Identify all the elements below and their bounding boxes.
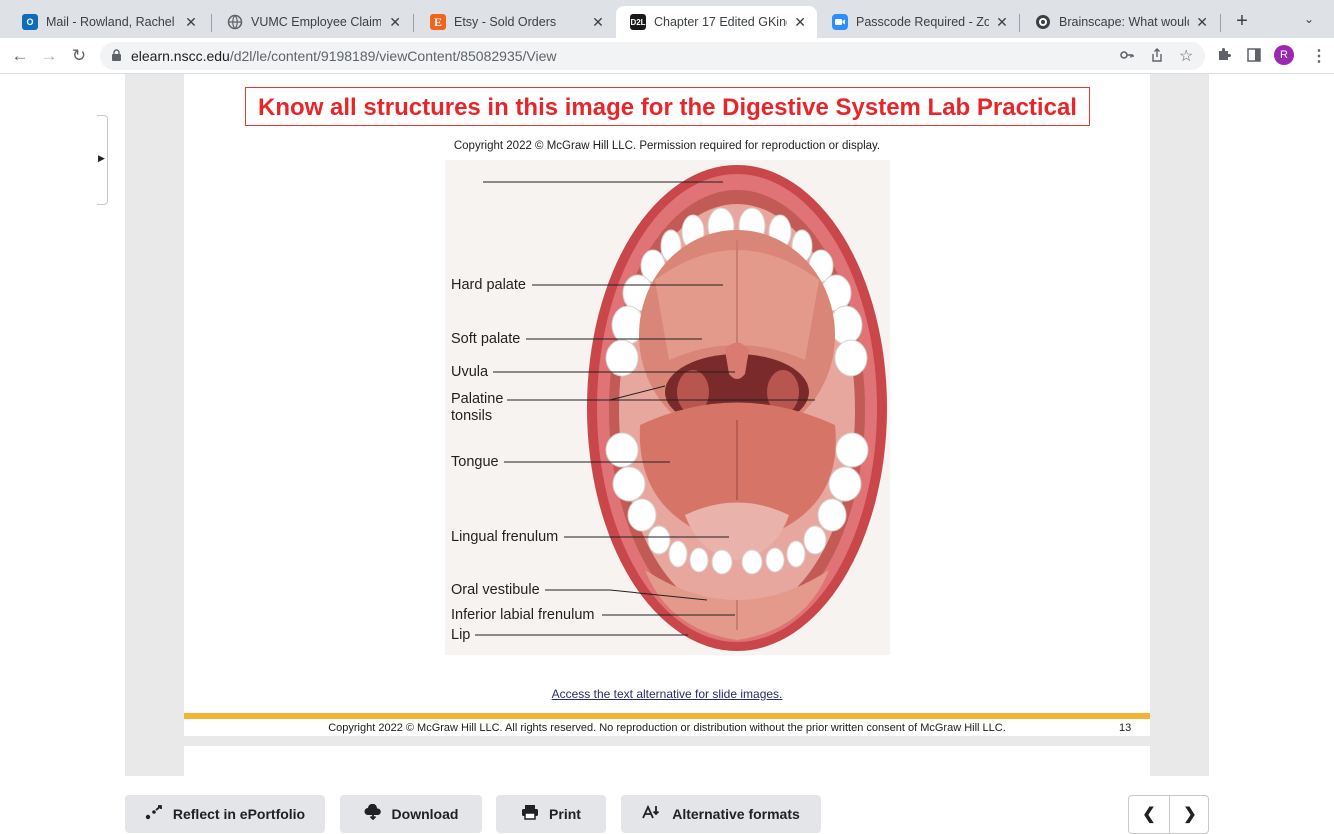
d2l-icon: D2L: [630, 14, 646, 30]
close-icon[interactable]: ✕: [590, 14, 606, 31]
tab-brainscape[interactable]: Brainscape: What would yo ✕: [1021, 6, 1219, 38]
tab-chapter-17[interactable]: D2L Chapter 17 Edited GKing - I ✕: [616, 6, 817, 38]
next-slide-preview: [184, 746, 1150, 776]
print-label: Print: [549, 806, 581, 822]
etsy-icon: E: [430, 14, 446, 30]
alternative-formats-button[interactable]: Alternative formats: [621, 795, 821, 833]
lock-icon: [112, 49, 121, 61]
address-bar[interactable]: elearn.nscc.edu/d2l/le/content/9198189/v…: [100, 42, 1205, 70]
back-icon[interactable]: ←: [8, 44, 32, 68]
figure-copyright: Copyright 2022 © McGraw Hill LLC. Permis…: [453, 140, 881, 152]
browser-toolbar: ← → ↻ elearn.nscc.edu/d2l/le/content/919…: [0, 38, 1334, 74]
previous-chevron-icon[interactable]: ❮: [1129, 804, 1169, 824]
toc-toggle[interactable]: ▶: [97, 115, 108, 205]
oral-cavity-illustration: [445, 160, 890, 655]
tab-title: Chapter 17 Edited GKing - I: [654, 15, 787, 29]
tab-separator: [1019, 14, 1020, 32]
bookmark-star-icon[interactable]: ☆: [1179, 46, 1193, 66]
printer-icon: [521, 804, 539, 825]
reflect-icon: [145, 804, 163, 825]
tab-search-chevron-icon[interactable]: ⌄: [1304, 12, 1314, 26]
download-button[interactable]: Download: [340, 795, 482, 833]
share-icon[interactable]: [1150, 48, 1164, 65]
tab-separator: [1220, 14, 1221, 32]
slide-footer-bar: [184, 713, 1150, 719]
globe-icon: [227, 14, 243, 30]
tab-zoom[interactable]: Passcode Required - Zoom ✕: [818, 6, 1019, 38]
tab-vumc[interactable]: VUMC Employee Claim ✕: [213, 6, 413, 38]
slide-number: 13: [1119, 722, 1132, 734]
reflect-label: Reflect in ePortfolio: [172, 806, 306, 822]
close-icon[interactable]: ✕: [793, 14, 807, 31]
alternative-formats-icon: [642, 804, 662, 825]
new-tab-icon[interactable]: +: [1232, 10, 1252, 33]
tab-mail[interactable]: O Mail - Rowland, Rachel - O ✕: [8, 6, 208, 38]
tab-separator: [413, 14, 414, 32]
tab-title: Etsy - Sold Orders: [454, 15, 557, 29]
tab-etsy[interactable]: E Etsy - Sold Orders ✕: [416, 6, 616, 38]
tab-title: VUMC Employee Claim: [251, 15, 382, 29]
brainscape-icon: [1035, 14, 1051, 30]
profile-avatar[interactable]: R: [1274, 45, 1294, 65]
url-text: elearn.nscc.edu/d2l/le/content/9198189/v…: [131, 48, 557, 64]
zoom-icon: [832, 14, 848, 30]
next-chevron-icon[interactable]: ❯: [1170, 804, 1210, 824]
reload-icon[interactable]: ↻: [67, 44, 91, 68]
caret-right-icon: ▶: [98, 153, 105, 163]
extensions-icon[interactable]: [1217, 47, 1232, 65]
close-icon[interactable]: ✕: [995, 14, 1009, 31]
tab-strip: O Mail - Rowland, Rachel - O ✕ VUMC Empl…: [0, 0, 1334, 38]
tab-title: Passcode Required - Zoom: [856, 15, 990, 29]
url-host: elearn.nscc.edu: [131, 48, 230, 64]
close-icon[interactable]: ✕: [387, 14, 403, 31]
tab-separator: [211, 14, 212, 32]
alternative-formats-label: Alternative formats: [672, 806, 800, 822]
slide-heading: Know all structures in this image for th…: [258, 94, 1077, 121]
download-label: Download: [391, 806, 459, 822]
outlook-icon: O: [22, 14, 38, 30]
close-icon[interactable]: ✕: [184, 14, 198, 31]
tab-title: Brainscape: What would yo: [1059, 15, 1189, 29]
slide-pager: ❮ ❯: [1128, 795, 1209, 834]
side-panel-icon[interactable]: [1247, 48, 1261, 65]
text-alternative-link[interactable]: Access the text alternative for slide im…: [450, 687, 884, 701]
slide-heading-box: Know all structures in this image for th…: [245, 87, 1090, 126]
close-icon[interactable]: ✕: [1195, 14, 1209, 31]
url-path: /d2l/le/content/9198189/viewContent/8508…: [229, 48, 557, 64]
more-menu-icon[interactable]: ⋮: [1311, 46, 1327, 66]
footer-copyright: Copyright 2022 © McGraw Hill LLC. All ri…: [328, 722, 1006, 734]
print-button[interactable]: Print: [496, 795, 606, 833]
cloud-download-icon: [364, 803, 382, 825]
tab-title: Mail - Rowland, Rachel - O: [46, 15, 178, 29]
reflect-eportfolio-button[interactable]: Reflect in ePortfolio: [125, 795, 325, 833]
key-icon[interactable]: [1120, 48, 1134, 65]
forward-icon[interactable]: →: [37, 44, 61, 68]
